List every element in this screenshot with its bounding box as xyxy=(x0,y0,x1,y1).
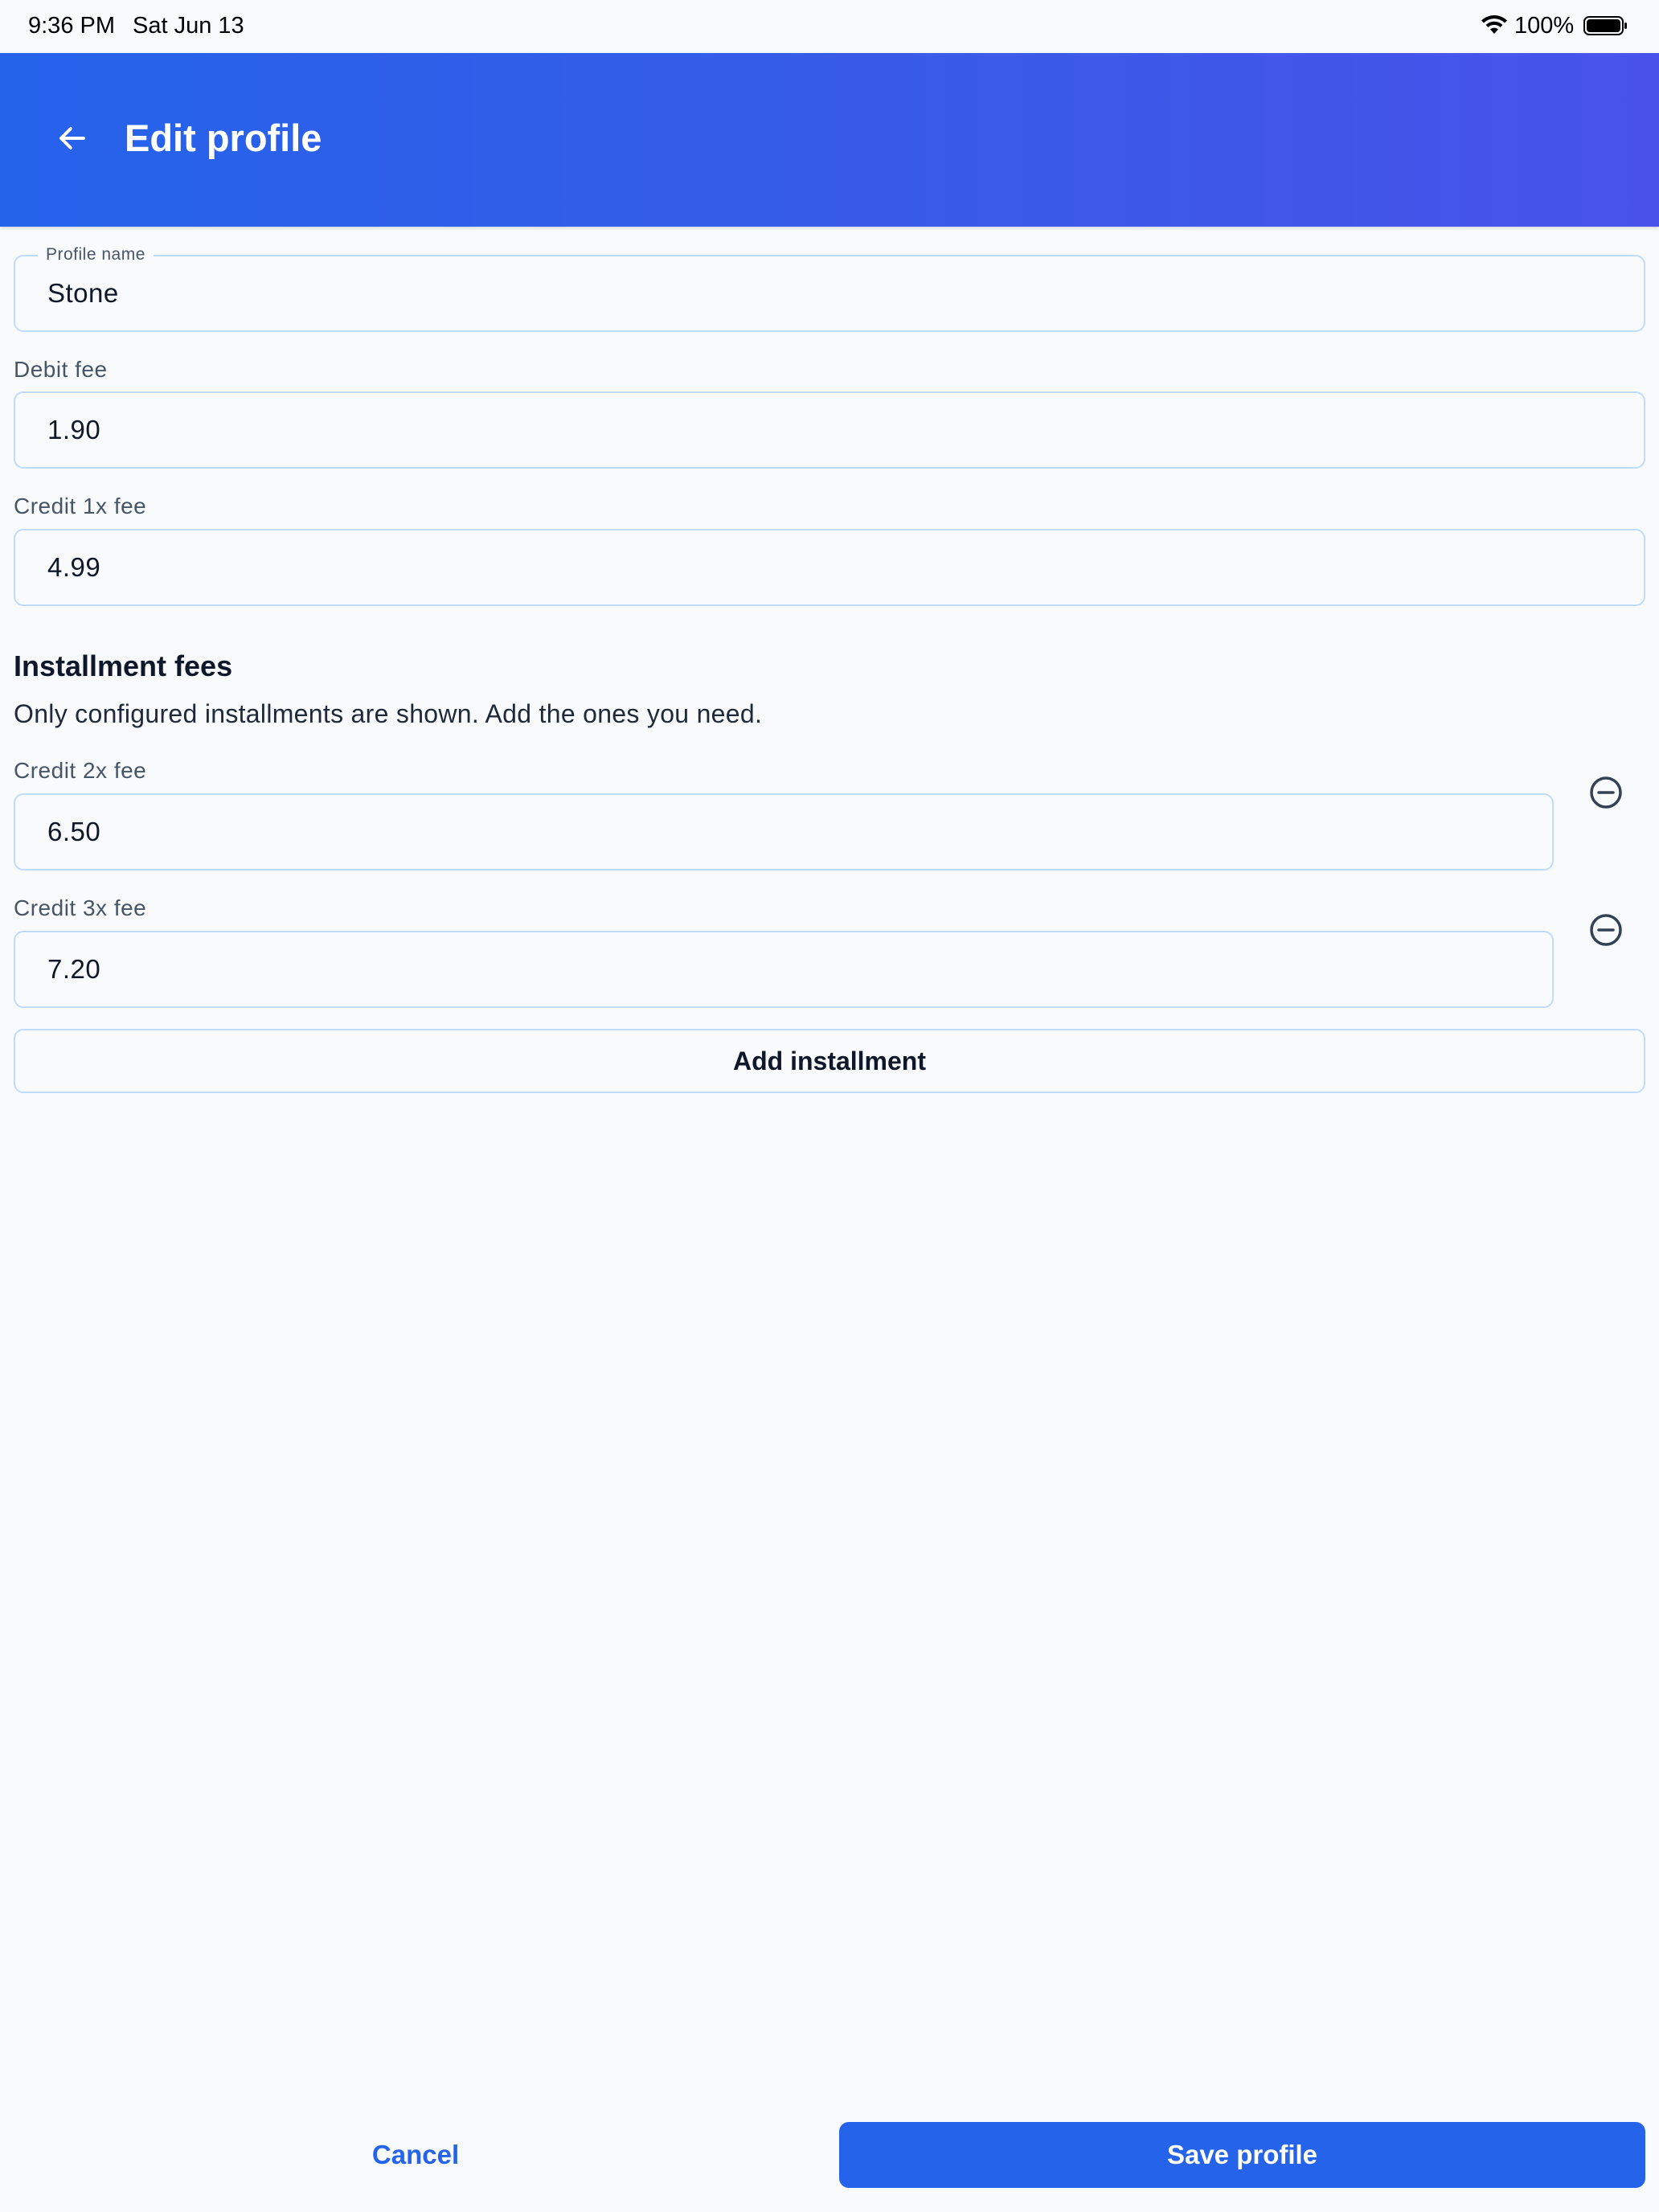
battery-percentage: 100% xyxy=(1514,13,1575,39)
back-button[interactable] xyxy=(48,114,96,162)
arrow-left-icon xyxy=(59,127,85,150)
credit-2x-fee-input[interactable] xyxy=(47,795,1536,869)
profile-name-input[interactable] xyxy=(47,256,1628,330)
remove-credit-3x-button[interactable] xyxy=(1587,911,1624,948)
page-title: Edit profile xyxy=(125,117,322,159)
credit-3x-fee-label: Credit 3x fee xyxy=(14,895,147,920)
credit-2x-fee-field[interactable] xyxy=(14,793,1554,870)
minus-circle-icon xyxy=(1590,776,1622,809)
remove-credit-2x-button[interactable] xyxy=(1587,774,1624,811)
wifi-icon xyxy=(1481,15,1507,34)
status-bar: 9:36 PM Sat Jun 13 100% xyxy=(0,0,1659,53)
app-header: Edit profile xyxy=(0,53,1659,227)
debit-fee-label: Debit fee xyxy=(14,357,108,382)
credit-1x-fee-label: Credit 1x fee xyxy=(14,494,147,518)
save-profile-button[interactable]: Save profile xyxy=(839,2122,1645,2188)
credit-1x-fee-input[interactable] xyxy=(47,530,1628,604)
edit-profile-screen: 9:36 PM Sat Jun 13 100% Edit profile Pro… xyxy=(0,0,1659,2212)
debit-fee-field[interactable] xyxy=(14,391,1645,469)
credit-3x-fee-field[interactable] xyxy=(14,931,1554,1008)
cancel-button[interactable]: Cancel xyxy=(14,2122,817,2188)
credit-3x-fee-input[interactable] xyxy=(47,932,1536,1006)
credit-1x-fee-field[interactable] xyxy=(14,529,1645,606)
installment-fees-subtitle: Only configured installments are shown. … xyxy=(14,699,763,728)
add-installment-button[interactable]: Add installment xyxy=(14,1029,1645,1093)
profile-name-field[interactable] xyxy=(14,255,1645,332)
credit-2x-fee-label: Credit 2x fee xyxy=(14,758,147,783)
profile-name-label: Profile name xyxy=(38,245,154,264)
installment-fees-title: Installment fees xyxy=(14,649,233,682)
minus-circle-icon xyxy=(1590,914,1622,946)
debit-fee-input[interactable] xyxy=(47,393,1628,467)
battery-icon xyxy=(1583,16,1627,35)
status-date: Sat Jun 13 xyxy=(133,13,244,39)
status-time: 9:36 PM xyxy=(28,13,115,39)
